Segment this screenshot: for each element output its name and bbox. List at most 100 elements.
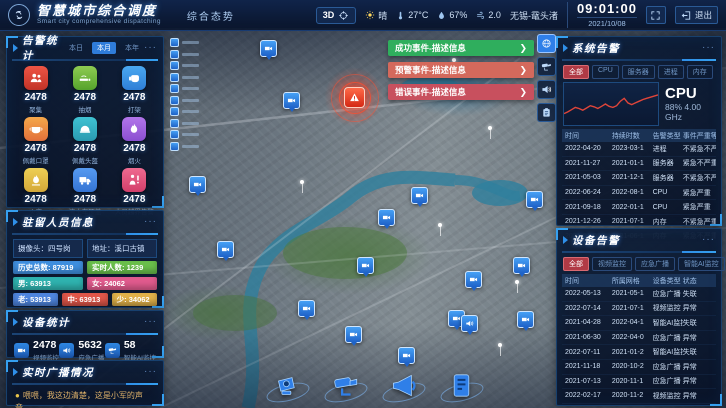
view-mode-3d-toggle[interactable]: 3D — [316, 7, 357, 24]
toast-success[interactable]: 成功事件-描述信息❯ — [388, 40, 534, 56]
system-alarm-row[interactable]: 2021-05-032021-12-1服务器不紧急不严重 — [562, 171, 716, 186]
alarm-stat-item[interactable]: 2478人员越界告警 — [110, 168, 159, 216]
device-alarm-row[interactable]: 2022-02-172020-11-2视频监控异常 — [562, 389, 716, 404]
view-mode-label: 3D — [323, 10, 335, 20]
map-marker-camera-icon[interactable] — [357, 257, 374, 274]
marker-chip-label — [182, 122, 199, 125]
alarm-stat-item[interactable]: 2478佩戴口罩 — [11, 117, 60, 165]
map-poi-dot[interactable] — [488, 126, 492, 130]
weather-humidity: 67% — [437, 10, 467, 20]
map-marker-camera-icon[interactable] — [298, 300, 315, 317]
map-tool-speaker-icon[interactable] — [537, 80, 556, 99]
system-tab-全部[interactable]: 全部 — [563, 65, 589, 79]
panel-arrow-icon — [13, 368, 18, 376]
system-tab-进程[interactable]: 进程 — [658, 65, 684, 79]
system-alarm-row[interactable]: 2021-09-182022-01-1CPU紧急严重 — [562, 200, 716, 215]
device-tab-智能AI监控[interactable]: 智能AI监控 — [678, 257, 725, 271]
map-poi-dot[interactable] — [515, 280, 519, 284]
device-alarm-row[interactable]: 2022-07-142021-07-1视频监控异常 — [562, 302, 716, 317]
fullscreen-button[interactable] — [646, 6, 666, 24]
map-cluster-item[interactable] — [170, 73, 199, 82]
dock-tool-megaphone-3d-icon[interactable] — [382, 366, 424, 404]
map-marker-camera-icon[interactable] — [526, 191, 543, 208]
column-header: 所属网格 — [612, 276, 653, 286]
toast-warning[interactable]: 预警事件-描述信息❯ — [388, 62, 534, 78]
dock-tool-videocam-3d-icon[interactable] — [266, 366, 308, 404]
map-marker-camera-icon[interactable] — [378, 209, 395, 226]
alarm-stat-item[interactable]: 2478烟火 — [110, 117, 159, 165]
device-stat-item[interactable]: 58智能AI监控 — [105, 340, 156, 362]
marker-chip-icon — [170, 130, 179, 139]
toast-error[interactable]: 错误事件-描述信息❯ — [388, 84, 534, 100]
map-tool-clipboard-icon[interactable] — [537, 103, 556, 122]
map-cluster-item[interactable] — [170, 142, 199, 151]
more-menu-icon[interactable]: ··· — [144, 219, 157, 225]
device-stat-item[interactable]: 2478视频监控 — [14, 340, 59, 362]
map-marker-camera-icon[interactable] — [465, 271, 482, 288]
map-cluster-item[interactable] — [170, 38, 199, 47]
table-cell: 紧急严重 — [683, 202, 716, 212]
alarm-stat-item[interactable]: 2478聚集 — [11, 66, 60, 114]
device-alarm-row[interactable]: 2022-07-112021-01-2智能AI监控失联 — [562, 345, 716, 360]
alarm-tab-本日[interactable]: 本日 — [64, 42, 88, 54]
map-marker-camera-icon[interactable] — [217, 241, 234, 258]
map-marker-speaker-icon[interactable] — [461, 315, 478, 332]
alarm-stat-item[interactable]: 2478打架 — [110, 66, 159, 114]
alarm-stat-item[interactable]: 2478佩戴头盔 — [60, 117, 109, 165]
map-cluster-item[interactable] — [170, 119, 199, 128]
camera-icon — [349, 330, 358, 339]
dock-tool-server-3d-icon[interactable] — [440, 366, 482, 404]
alarm-stat-item[interactable]: 2478渣土车顶盖 — [60, 168, 109, 216]
nav-tab-overview[interactable]: 综合态势 — [187, 8, 235, 23]
map-alert-marker[interactable] — [344, 87, 365, 108]
device-tab-全部[interactable]: 全部 — [563, 257, 589, 271]
map-marker-camera-icon[interactable] — [513, 257, 530, 274]
more-menu-icon[interactable]: ··· — [144, 319, 157, 325]
map-marker-camera-icon[interactable] — [411, 187, 428, 204]
cctv-icon — [541, 61, 552, 72]
system-tab-服务器[interactable]: 服务器 — [622, 65, 655, 79]
system-alarm-row[interactable]: 2022-06-242022-08-1CPU紧急严重 — [562, 186, 716, 201]
system-alarm-row[interactable]: 2022-04-202023-03-1进程不紧急不严重 — [562, 142, 716, 157]
alarm-stat-item[interactable]: 2478火灾 — [11, 168, 60, 216]
map-tool-globe-icon[interactable] — [537, 34, 556, 53]
device-alarm-row[interactable]: 2021-04-282022-04-1智能AI监控失联 — [562, 316, 716, 331]
device-tab-视频监控[interactable]: 视频监控 — [592, 257, 632, 271]
more-menu-icon[interactable]: ··· — [144, 369, 157, 375]
map-cluster-item[interactable] — [170, 107, 199, 116]
more-menu-icon[interactable]: ··· — [702, 45, 715, 51]
system-tab-内存[interactable]: 内存 — [687, 65, 713, 79]
map-marker-camera-icon[interactable] — [398, 347, 415, 364]
map-tool-cctv-icon[interactable] — [537, 57, 556, 76]
system-tab-CPU[interactable]: CPU — [592, 65, 619, 79]
alarm-tab-本月[interactable]: 本月 — [92, 42, 116, 54]
ai-camera-icon — [108, 346, 117, 355]
system-alarm-row[interactable]: 2021-11-272021-01-1服务器紧急不严重 — [562, 157, 716, 172]
map-marker-camera-icon[interactable] — [260, 40, 277, 57]
map-cluster-item[interactable] — [170, 50, 199, 59]
map-marker-camera-icon[interactable] — [345, 326, 362, 343]
more-menu-icon[interactable]: ··· — [144, 45, 157, 51]
map-cluster-item[interactable] — [170, 96, 199, 105]
alarm-tab-本年[interactable]: 本年 — [120, 42, 144, 54]
map-cluster-item[interactable] — [170, 61, 199, 70]
device-alarm-row[interactable]: 2021-06-302022-04-0应急广播异常 — [562, 331, 716, 346]
alarm-stat-item[interactable]: 2478抽烟 — [60, 66, 109, 114]
map-cluster-item[interactable] — [170, 130, 199, 139]
exit-button[interactable]: 退出 — [675, 6, 718, 24]
device-alarm-row[interactable]: 2021-11-182020-10-2应急广播异常 — [562, 360, 716, 375]
map-poi-dot[interactable] — [498, 343, 502, 347]
map-poi-dot[interactable] — [300, 180, 304, 184]
map-cluster-item[interactable] — [170, 84, 199, 93]
dock-tool-cctv-3d-icon[interactable] — [324, 366, 366, 404]
map-poi-dot[interactable] — [438, 223, 442, 227]
device-stat-item[interactable]: 5632应急广播 — [59, 340, 104, 362]
map-marker-camera-icon[interactable] — [517, 311, 534, 328]
more-menu-icon[interactable]: ··· — [702, 237, 715, 243]
map-marker-camera-icon[interactable] — [189, 176, 206, 193]
map-marker-camera-icon[interactable] — [283, 92, 300, 109]
table-cell: 视频监控 — [653, 391, 683, 401]
device-alarm-row[interactable]: 2021-07-132020-11-1应急广播异常 — [562, 375, 716, 390]
device-tab-应急广播[interactable]: 应急广播 — [635, 257, 675, 271]
device-alarm-row[interactable]: 2022-05-132021-05-1应急广播失联 — [562, 287, 716, 302]
